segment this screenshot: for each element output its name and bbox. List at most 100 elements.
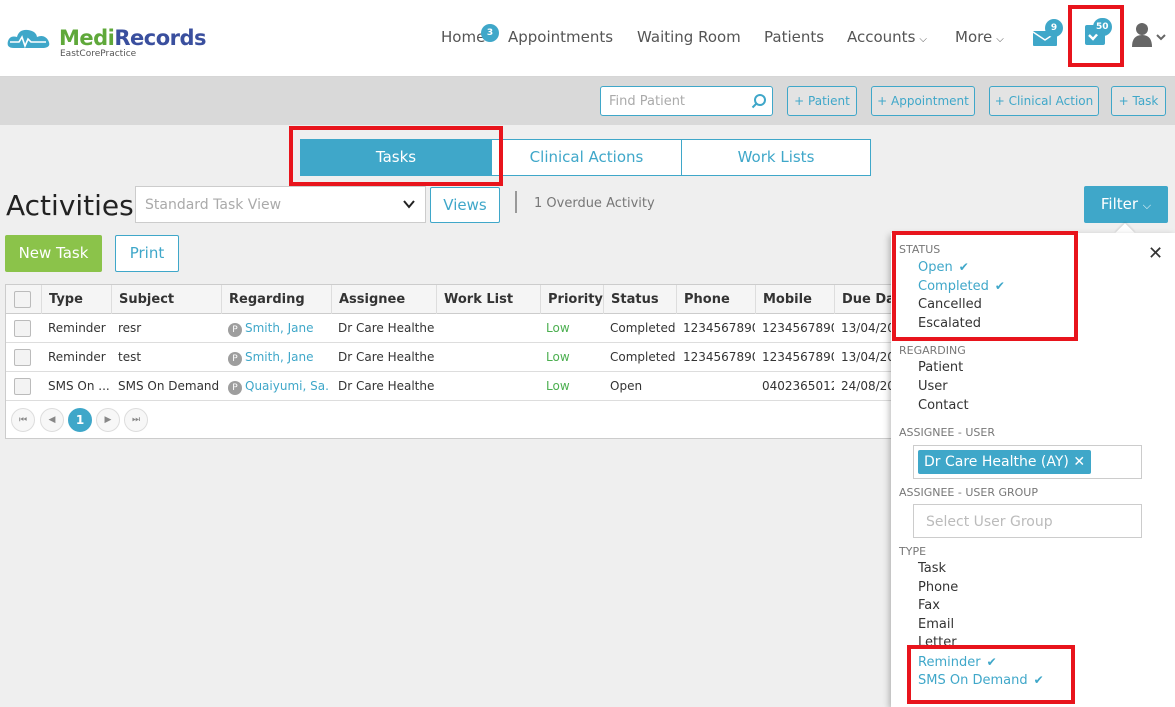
user-group-input[interactable]: Select User Group bbox=[913, 504, 1142, 538]
filter-assignee-user-header: ASSIGNEE - USER bbox=[899, 426, 995, 439]
cell-priority: Low bbox=[546, 321, 570, 335]
add-appointment-button[interactable]: + Appointment bbox=[871, 86, 975, 116]
top-navbar: MediRecords EastCorePractice Home 3 Appo… bbox=[0, 0, 1175, 77]
add-task-button[interactable]: + Task bbox=[1111, 86, 1166, 116]
search-icon[interactable] bbox=[751, 93, 767, 109]
cell-status: Open bbox=[610, 379, 643, 393]
table-row[interactable]: SMS On ... SMS On Demand P Quaiyumi, Sa..… bbox=[6, 372, 895, 401]
cell-regarding[interactable]: P Smith, Jane bbox=[228, 343, 330, 372]
mail-badge: 9 bbox=[1045, 19, 1063, 37]
brand-name: MediRecords bbox=[59, 26, 207, 50]
patient-badge-icon: P bbox=[228, 352, 242, 366]
column-header[interactable]: Mobile bbox=[755, 285, 834, 314]
cell-due-date: 13/04/20 bbox=[841, 321, 895, 335]
cell-worklist bbox=[443, 343, 539, 372]
filter-button[interactable]: Filter ⌵ bbox=[1084, 186, 1168, 223]
cell-subject: test bbox=[118, 350, 142, 364]
select-all-checkbox[interactable] bbox=[14, 291, 31, 308]
patient-badge-icon: P bbox=[228, 381, 242, 395]
filter-type-task[interactable]: Task bbox=[918, 561, 946, 576]
cell-status: Completed bbox=[610, 350, 676, 364]
add-clinical-action-button[interactable]: + Clinical Action bbox=[989, 86, 1099, 116]
assignee-tag: Dr Care Healthe (AY) ✕ bbox=[918, 450, 1092, 474]
column-header[interactable]: Due Dat bbox=[834, 285, 894, 314]
chevron-down-icon: ⌵ bbox=[919, 34, 927, 45]
cell-type: Reminder bbox=[48, 321, 106, 335]
filter-regarding-contact[interactable]: Contact bbox=[918, 398, 969, 413]
column-header[interactable]: Regarding bbox=[221, 285, 331, 314]
activities-table: Type Subject Regarding Assignee Work Lis… bbox=[5, 284, 895, 439]
remove-tag-icon[interactable]: ✕ bbox=[1073, 454, 1085, 470]
find-patient-placeholder: Find Patient bbox=[609, 94, 686, 109]
cell-priority: Low bbox=[546, 379, 570, 393]
highlight-box-tasks-tab bbox=[289, 126, 503, 186]
find-patient-input[interactable]: Find Patient bbox=[600, 86, 773, 116]
filter-regarding-user[interactable]: User bbox=[918, 379, 948, 394]
overdue-activity-count[interactable]: 1 Overdue Activity bbox=[534, 196, 655, 211]
tab-work-lists[interactable]: Work Lists bbox=[681, 140, 870, 175]
task-view-value: Standard Task View bbox=[145, 197, 282, 213]
task-view-select[interactable]: Standard Task View bbox=[135, 186, 426, 223]
filter-assignee-group-header: ASSIGNEE - USER GROUP bbox=[899, 486, 1038, 499]
prev-page-icon[interactable]: ◀ bbox=[40, 408, 64, 432]
nav-home[interactable]: Home bbox=[441, 28, 485, 46]
row-checkbox[interactable] bbox=[14, 320, 31, 337]
filter-type-header: TYPE bbox=[899, 545, 927, 558]
filter-type-fax[interactable]: Fax bbox=[918, 598, 940, 613]
row-checkbox[interactable] bbox=[14, 378, 31, 395]
cell-type: Reminder bbox=[48, 350, 106, 364]
views-button[interactable]: Views bbox=[430, 187, 500, 223]
close-icon[interactable]: ✕ bbox=[1148, 243, 1163, 264]
cell-mobile: 0402365012 bbox=[762, 379, 834, 393]
last-page-icon[interactable]: ⏭ bbox=[124, 408, 148, 432]
add-patient-button[interactable]: + Patient bbox=[787, 86, 857, 116]
nav-appointments[interactable]: Appointments bbox=[508, 28, 613, 46]
column-header[interactable]: Type bbox=[41, 285, 111, 314]
cell-regarding[interactable]: P Smith, Jane bbox=[228, 314, 330, 343]
nav-patients[interactable]: Patients bbox=[764, 28, 824, 46]
table-row[interactable]: Reminder resr P Smith, Jane Dr Care Healt… bbox=[6, 314, 895, 343]
column-header[interactable]: Assignee bbox=[331, 285, 436, 314]
first-page-icon[interactable]: ⏮ bbox=[11, 408, 35, 432]
divider bbox=[515, 191, 517, 213]
column-header[interactable]: Subject bbox=[111, 285, 221, 314]
table-row[interactable]: Reminder test P Smith, Jane Dr Care Healt… bbox=[6, 343, 895, 372]
chevron-down-icon: ⌵ bbox=[1142, 199, 1152, 212]
column-header[interactable]: Work List bbox=[436, 285, 540, 314]
cell-assignee: Dr Care Healthe bbox=[338, 350, 434, 364]
tab-clinical-actions[interactable]: Clinical Actions bbox=[491, 140, 681, 175]
print-button[interactable]: Print bbox=[115, 235, 179, 272]
cell-due-date: 13/04/20 bbox=[841, 350, 895, 364]
column-header[interactable]: Status bbox=[603, 285, 676, 314]
user-profile-icon[interactable] bbox=[1132, 23, 1166, 51]
practice-name: EastCorePractice bbox=[60, 49, 137, 59]
cell-subject: SMS On Demand bbox=[118, 379, 220, 393]
chevron-down-icon: ⌵ bbox=[996, 34, 1004, 45]
cell-phone bbox=[683, 372, 755, 401]
cell-status: Completed bbox=[610, 321, 676, 335]
assignee-user-input[interactable]: Dr Care Healthe (AY) ✕ bbox=[913, 445, 1142, 479]
row-checkbox[interactable] bbox=[14, 349, 31, 366]
filter-type-phone[interactable]: Phone bbox=[918, 580, 958, 595]
nav-more[interactable]: More ⌵ bbox=[955, 28, 1004, 46]
cell-due-date: 24/08/20 bbox=[841, 379, 895, 393]
cell-assignee: Dr Care Healthe bbox=[338, 379, 434, 393]
column-header[interactable]: Priority bbox=[540, 285, 603, 314]
home-badge: 3 bbox=[481, 24, 499, 42]
filter-regarding-patient[interactable]: Patient bbox=[918, 360, 963, 375]
cell-mobile: 1234567890 bbox=[762, 321, 834, 335]
cell-regarding[interactable]: P Quaiyumi, Sa... bbox=[228, 372, 330, 401]
next-page-icon[interactable]: ▶ bbox=[96, 408, 120, 432]
table-header: Type Subject Regarding Assignee Work Lis… bbox=[6, 285, 894, 314]
filter-regarding-header: REGARDING bbox=[899, 344, 966, 357]
column-header[interactable]: Phone bbox=[676, 285, 755, 314]
page-number-current[interactable]: 1 bbox=[68, 408, 92, 432]
new-task-button[interactable]: New Task bbox=[5, 235, 102, 272]
page-title: Activities bbox=[6, 189, 134, 222]
nav-accounts[interactable]: Accounts ⌵ bbox=[847, 28, 927, 46]
nav-waiting-room[interactable]: Waiting Room bbox=[637, 28, 741, 46]
cell-worklist bbox=[443, 314, 539, 343]
cell-worklist bbox=[443, 372, 539, 401]
filter-type-email[interactable]: Email bbox=[918, 617, 954, 632]
cell-mobile: 1234567890 bbox=[762, 350, 834, 364]
